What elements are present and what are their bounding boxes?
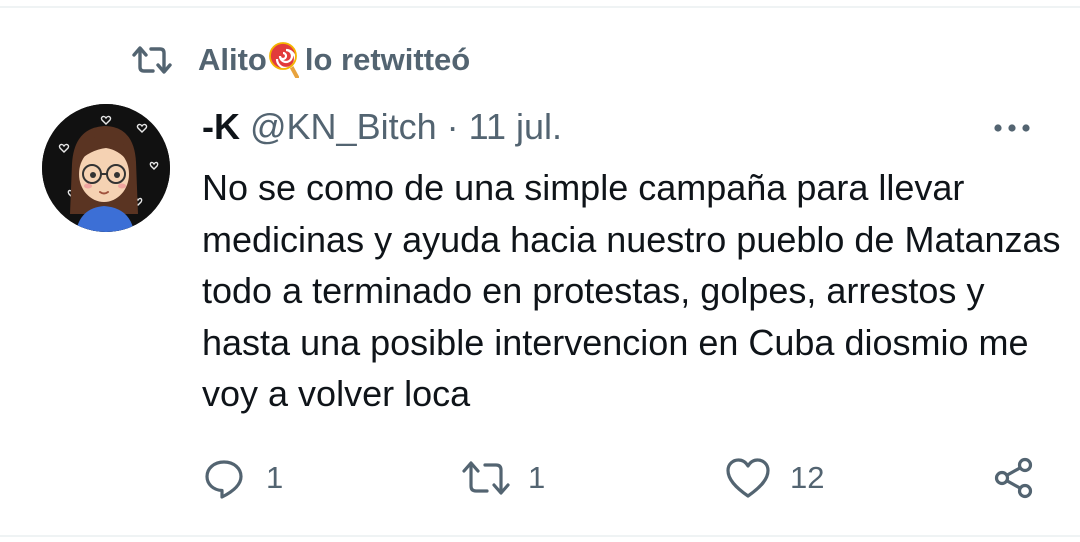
retweet-context[interactable]: Alito lo retwitteó <box>130 38 470 82</box>
header-separator: · <box>446 106 459 147</box>
lollipop-icon <box>268 42 299 79</box>
tweet-date[interactable]: 11 jul. <box>469 106 562 148</box>
avatar[interactable] <box>42 104 170 232</box>
share-button[interactable] <box>986 450 1042 506</box>
top-divider <box>0 6 1080 8</box>
like-button[interactable]: 12 <box>720 450 824 506</box>
reply-button[interactable]: 1 <box>196 450 283 506</box>
display-name[interactable]: -K <box>202 106 240 148</box>
retweet-context-icon <box>130 38 174 82</box>
tweet-text: No se como de una simple campaña para ll… <box>202 167 1061 414</box>
tweet-header: -K @KN_Bitch · 11 jul. <box>202 104 562 150</box>
like-count: 12 <box>790 460 825 495</box>
retweet-context-text: Alito lo retwitteó <box>198 42 471 79</box>
user-handle[interactable]: @KN_Bitch <box>250 106 437 148</box>
more-icon[interactable] <box>990 112 1034 144</box>
retweeter-name: Alito <box>198 42 267 77</box>
tweet-actions: 1 1 12 <box>196 450 1056 506</box>
retweet-label: lo retwitteó <box>304 42 471 77</box>
bottom-divider <box>0 535 1080 537</box>
retweet-count: 1 <box>528 460 546 495</box>
reply-icon <box>196 450 252 506</box>
share-icon <box>986 450 1042 506</box>
retweet-icon <box>458 450 514 506</box>
reply-count: 1 <box>266 460 284 495</box>
heart-icon <box>720 450 776 506</box>
retweet-button[interactable]: 1 <box>458 450 545 506</box>
